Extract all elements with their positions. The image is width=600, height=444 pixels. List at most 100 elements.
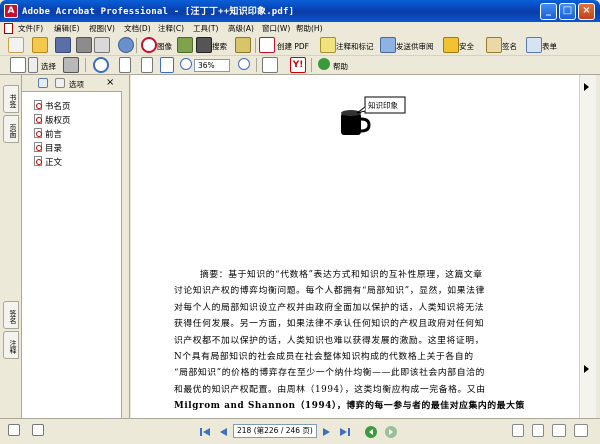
previous-view-button[interactable] — [364, 425, 378, 439]
menu-file[interactable]: 文件(F) — [18, 23, 43, 34]
close-button[interactable]: × — [578, 3, 595, 20]
bookmark-label: 前言 — [45, 130, 63, 140]
organizer-label[interactable]: 图像 — [157, 41, 172, 52]
snapshot-icon[interactable] — [63, 57, 79, 73]
text-line: “局部知识”的价格的博弈存在至少一个纳什均衡——此即该社会内部自洽的 — [174, 368, 485, 379]
bookmark-label: 正文 — [45, 158, 63, 168]
zoom-in-icon[interactable] — [93, 57, 109, 73]
single-page-icon[interactable] — [512, 424, 524, 437]
panel-splitter[interactable] — [122, 75, 130, 418]
fit-page-icon[interactable] — [141, 57, 153, 73]
menu-tools[interactable]: 工具(T) — [193, 23, 218, 34]
bookmark-item[interactable]: 前言 — [34, 128, 62, 140]
next-view-button[interactable] — [384, 425, 398, 439]
text-line: 讨论知识产权的博弈均衡问题。每个人都拥有“局部知识”，显然，如果法律 — [174, 286, 485, 297]
yahoo-icon[interactable]: Y! — [290, 57, 306, 73]
create-pdf-button[interactable]: 创建 PDF — [277, 41, 309, 52]
search-label[interactable]: 搜索 — [212, 41, 227, 52]
menu-advanced[interactable]: 高级(A) — [228, 23, 254, 34]
last-page-button[interactable] — [338, 425, 352, 439]
scroll-mode-icon[interactable] — [32, 424, 44, 436]
tab-pages[interactable]: 页面 — [3, 115, 19, 143]
save-icon[interactable] — [55, 37, 71, 53]
form-button[interactable]: 表单 — [542, 41, 557, 52]
bookmark-item[interactable]: 书名页 — [34, 100, 71, 112]
previous-page-button[interactable] — [216, 425, 230, 439]
minimize-button[interactable]: _ — [540, 3, 557, 20]
zoom-level-input[interactable]: 36% — [194, 59, 230, 72]
continuous-facing-icon[interactable] — [574, 424, 588, 437]
facing-icon[interactable] — [552, 424, 566, 437]
scroll-arrow-icon[interactable] — [584, 365, 589, 373]
continuous-icon[interactable] — [532, 424, 544, 437]
document-viewport[interactable]: 知识印象 摘要：基于知识的“代数格”表达方式和知识的互补性原理，这篇文章 讨论知… — [131, 75, 579, 418]
bookmark-page-icon — [34, 142, 42, 152]
bookmark-item[interactable]: 版权页 — [34, 114, 71, 126]
comment-icon[interactable] — [320, 37, 336, 53]
options-menu[interactable]: 选项 — [69, 79, 84, 90]
menu-comments[interactable]: 注释(C) — [158, 23, 184, 34]
bookmark-page-icon — [34, 114, 42, 124]
create-icon[interactable] — [8, 37, 24, 53]
hand-tool-icon[interactable] — [10, 57, 26, 73]
organizer-icon[interactable] — [141, 37, 157, 53]
send-review-button[interactable]: 发送供审阅 — [396, 41, 434, 52]
text-line: 对每个人的局部知识设立产权并由政府全面加以保护的话，人类知识将无法 — [174, 302, 485, 313]
attach-icon[interactable] — [118, 37, 134, 53]
bookmark-item[interactable]: 目录 — [34, 142, 62, 154]
camera-icon[interactable] — [177, 37, 193, 53]
tab-bookmarks[interactable]: 书签 — [3, 85, 19, 113]
close-panel-icon[interactable]: × — [106, 77, 114, 88]
help-button[interactable]: 帮助 — [333, 61, 348, 72]
bookmark-item[interactable]: 正文 — [34, 156, 62, 168]
bookmark-label: 书名页 — [45, 102, 71, 112]
review-button[interactable]: 注释和标记 — [336, 41, 374, 52]
sign-button[interactable]: 签名 — [502, 41, 517, 52]
pen-icon[interactable] — [486, 37, 502, 53]
send-review-icon[interactable] — [380, 37, 396, 53]
rotate-view-icon[interactable] — [262, 57, 278, 73]
navigation-tabs: 书签 页面 签名 注释 — [0, 75, 22, 418]
email-icon[interactable] — [94, 37, 110, 53]
zoom-in-button-icon[interactable] — [238, 58, 250, 70]
print-icon[interactable] — [76, 37, 92, 53]
window-title: Adobe Acrobat Professional - [汪丁丁++知识印象.… — [22, 7, 295, 17]
open-folder-icon[interactable] — [32, 37, 48, 53]
menu-edit[interactable]: 编辑(E) — [54, 23, 80, 34]
document-icon — [4, 23, 13, 34]
select-tool-label[interactable]: 选择 — [41, 61, 56, 72]
menu-view[interactable]: 视图(V) — [89, 23, 115, 34]
text-line: 识产权都不加以保护的话，人类知识也难以获得发展的激励。这里将证明， — [174, 335, 485, 346]
help-icon[interactable] — [318, 58, 330, 70]
zoom-out-icon[interactable] — [180, 58, 192, 70]
vertical-scrollbar[interactable] — [579, 75, 596, 418]
form-icon[interactable] — [526, 37, 542, 53]
page-size-icon[interactable] — [8, 424, 20, 436]
toolbar-separator — [256, 58, 257, 72]
lock-icon[interactable] — [443, 37, 459, 53]
title-bar: A Adobe Acrobat Professional - [汪丁丁++知识印… — [0, 0, 600, 22]
tab-comments[interactable]: 注释 — [3, 331, 19, 359]
binoculars-icon[interactable] — [196, 37, 212, 53]
fit-width-icon[interactable] — [160, 57, 174, 73]
secure-button[interactable]: 安全 — [459, 41, 474, 52]
page-number-input[interactable]: 218 (第226 / 246 页) — [233, 424, 317, 438]
actual-size-icon[interactable] — [119, 57, 131, 73]
maximize-button[interactable]: □ — [559, 3, 576, 20]
main-toolbar: 图像 搜索 创建 PDF 注释和标记 发送供审阅 安全 签名 表单 — [0, 35, 600, 56]
menu-window[interactable]: 窗口(W) — [262, 23, 290, 34]
bookmark-page-icon — [34, 156, 42, 166]
menu-document[interactable]: 文档(D) — [124, 23, 151, 34]
tab-signatures[interactable]: 签名 — [3, 301, 19, 329]
scroll-arrow-icon[interactable] — [584, 83, 589, 91]
select-tool-icon[interactable] — [28, 57, 38, 73]
create-pdf-icon[interactable] — [259, 37, 275, 53]
stamp-icon[interactable] — [235, 37, 251, 53]
first-page-button[interactable] — [198, 425, 212, 439]
menu-help[interactable]: 帮助(H) — [296, 23, 323, 34]
delete-bookmark-icon[interactable] — [55, 78, 65, 88]
text-line: 和最优的知识产权配置。由周林（1994），这类均衡应构成一完备格。又由 — [174, 384, 486, 395]
next-page-button[interactable] — [320, 425, 334, 439]
expand-bookmark-icon[interactable] — [38, 78, 48, 88]
acrobat-window: A Adobe Acrobat Professional - [汪丁丁++知识印… — [0, 0, 600, 444]
